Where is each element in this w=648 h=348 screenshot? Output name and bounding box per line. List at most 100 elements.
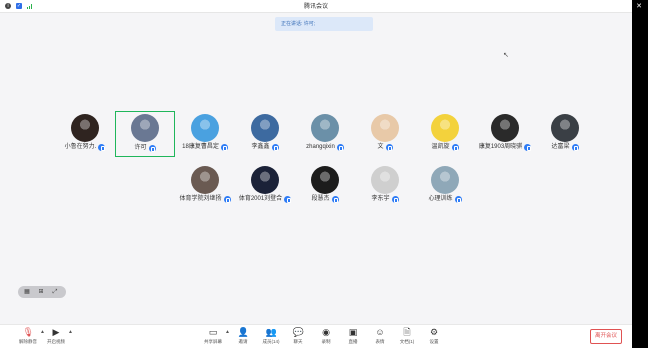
participant-name: 达富梁 <box>551 144 570 150</box>
participant-name-row: 段慧杰 <box>295 195 355 204</box>
participant-tile[interactable]: 李东宇 <box>355 163 415 209</box>
close-icon[interactable]: ✕ <box>630 0 648 13</box>
speaking-indicator: 正在讲话: 许可; <box>275 17 373 31</box>
participant-tile[interactable]: 许可 <box>115 111 175 157</box>
participant-name: 康复1903周晓骐 <box>478 144 523 150</box>
avatar <box>491 114 519 142</box>
participant-tile[interactable]: 体育学院刘继扬 <box>175 163 235 209</box>
participant-tile[interactable]: 18康复曹昌定 <box>175 111 235 157</box>
settings-label: 设置 <box>429 339 439 344</box>
reactions-button[interactable]: ☺ 表情 <box>366 327 394 348</box>
participant-tile[interactable]: 达富梁 <box>535 111 595 157</box>
participant-name: 李东宇 <box>371 196 390 202</box>
participant-name-row: 小鲁在努力. <box>55 143 115 152</box>
share-label: 共享屏幕 <box>204 339 222 344</box>
view-switcher[interactable]: ▦ ⊞ ⤢ <box>18 286 66 298</box>
record-icon: ◉ <box>322 327 330 337</box>
reactions-label: 表情 <box>375 339 385 344</box>
participant-name-row: 心理训练 <box>415 195 475 204</box>
window-controls: — ❐ ✕ <box>592 0 648 13</box>
participant-name-row: 李东宇 <box>355 195 415 204</box>
video-button[interactable]: ▶ 开启视频 <box>42 327 70 348</box>
avatar <box>311 114 339 142</box>
participant-name-row: 康复1903周晓骐 <box>475 143 535 152</box>
docs-button[interactable]: 🗎 文档(1) <box>393 327 421 348</box>
participant-tile[interactable]: 李鑫鑫 <box>235 111 295 157</box>
avatar <box>191 114 219 142</box>
record-button[interactable]: ◉ 录制 <box>312 327 340 348</box>
mic-icon <box>98 144 106 151</box>
invite-label: 邀请 <box>238 339 248 344</box>
chat-label: 聊天 <box>293 339 303 344</box>
chat-button[interactable]: 💬 聊天 <box>284 327 312 348</box>
participant-name: 小鲁在努力. <box>64 144 97 150</box>
maximize-icon[interactable]: ❐ <box>611 0 629 13</box>
mic-muted-icon: 🎙 <box>22 327 34 337</box>
avatar <box>371 166 399 194</box>
mic-icon <box>148 145 156 152</box>
mic-icon <box>271 144 279 151</box>
invite-button[interactable]: 👤 邀请 <box>229 327 257 348</box>
mic-icon <box>385 144 393 151</box>
avatar <box>251 166 279 194</box>
gallery-view-icon[interactable]: ⊞ <box>37 288 45 296</box>
mute-button[interactable]: 🎙 解除静音 <box>14 327 42 348</box>
participant-name: 许可 <box>134 145 147 151</box>
invite-icon: 👤 <box>237 327 249 337</box>
speaker-view-icon[interactable]: ▦ <box>23 288 31 296</box>
video-options-caret[interactable]: ▲ <box>68 329 73 335</box>
screen-edge <box>632 0 648 348</box>
mic-icon <box>223 196 231 203</box>
live-button[interactable]: ▣ 直播 <box>339 327 367 348</box>
document-icon: 🗎 <box>403 327 411 337</box>
participant-name: 18康复曹昌定 <box>182 144 219 150</box>
docs-label: 文档(1) <box>399 339 415 344</box>
video-label: 开启视频 <box>47 339 65 344</box>
participant-tile[interactable]: 心理训练 <box>415 163 475 209</box>
fullscreen-icon[interactable]: ⤢ <box>51 288 59 296</box>
members-button[interactable]: 👥 成员(14) <box>257 327 285 348</box>
leave-meeting-button[interactable]: 离开会议 <box>590 329 622 344</box>
participant-tile[interactable]: 康复1903周晓骐 <box>475 111 535 157</box>
participant-tile[interactable]: 体育2001刘登合 <box>235 163 295 209</box>
mic-icon <box>284 196 292 203</box>
participant-name-row: zhangqixin <box>295 143 355 152</box>
participant-name: 心理训练 <box>428 196 453 202</box>
avatar <box>251 114 279 142</box>
participant-name: 文 <box>377 144 384 150</box>
mic-icon <box>331 196 339 203</box>
avatar <box>71 114 99 142</box>
minimize-icon[interactable]: — <box>592 0 610 13</box>
participant-name-row: 文 <box>355 143 415 152</box>
participant-name-row: 许可 <box>116 144 174 153</box>
settings-button[interactable]: ⚙ 设置 <box>420 327 448 348</box>
cursor-icon: ↖ <box>503 52 509 59</box>
participant-tile[interactable]: 文 <box>355 111 415 157</box>
live-stream-icon: ▣ <box>348 327 358 337</box>
mic-icon <box>524 144 532 151</box>
gear-icon: ⚙ <box>429 327 439 337</box>
participant-name-row: 体育学院刘继扬 <box>175 195 235 204</box>
avatar <box>371 114 399 142</box>
emoji-icon: ☺ <box>375 327 385 337</box>
avatar <box>311 166 339 194</box>
participant-name: 体育2001刘登合 <box>238 196 283 202</box>
participant-tile[interactable]: zhangqixin <box>295 111 355 157</box>
avatar <box>431 114 459 142</box>
chat-icon: 💬 <box>292 327 304 337</box>
title-bar: i ✓ 腾讯会议 <box>0 0 632 13</box>
participant-tile[interactable]: 温凯旋 <box>415 111 475 157</box>
avatar <box>131 114 159 142</box>
avatar <box>191 166 219 194</box>
participant-name-row: 达富梁 <box>535 143 595 152</box>
members-label: 成员(14) <box>262 339 280 344</box>
avatar <box>551 114 579 142</box>
mute-label: 解除静音 <box>19 339 37 344</box>
participant-tile[interactable]: 小鲁在努力. <box>55 111 115 157</box>
camera-off-icon: ▶ <box>52 327 60 337</box>
share-screen-button[interactable]: ▭ 共享屏幕 <box>199 327 227 348</box>
participant-name: 段慧杰 <box>311 196 330 202</box>
participant-tile[interactable]: 段慧杰 <box>295 163 355 209</box>
participant-name: 温凯旋 <box>431 144 450 150</box>
participant-name-row: 李鑫鑫 <box>235 143 295 152</box>
